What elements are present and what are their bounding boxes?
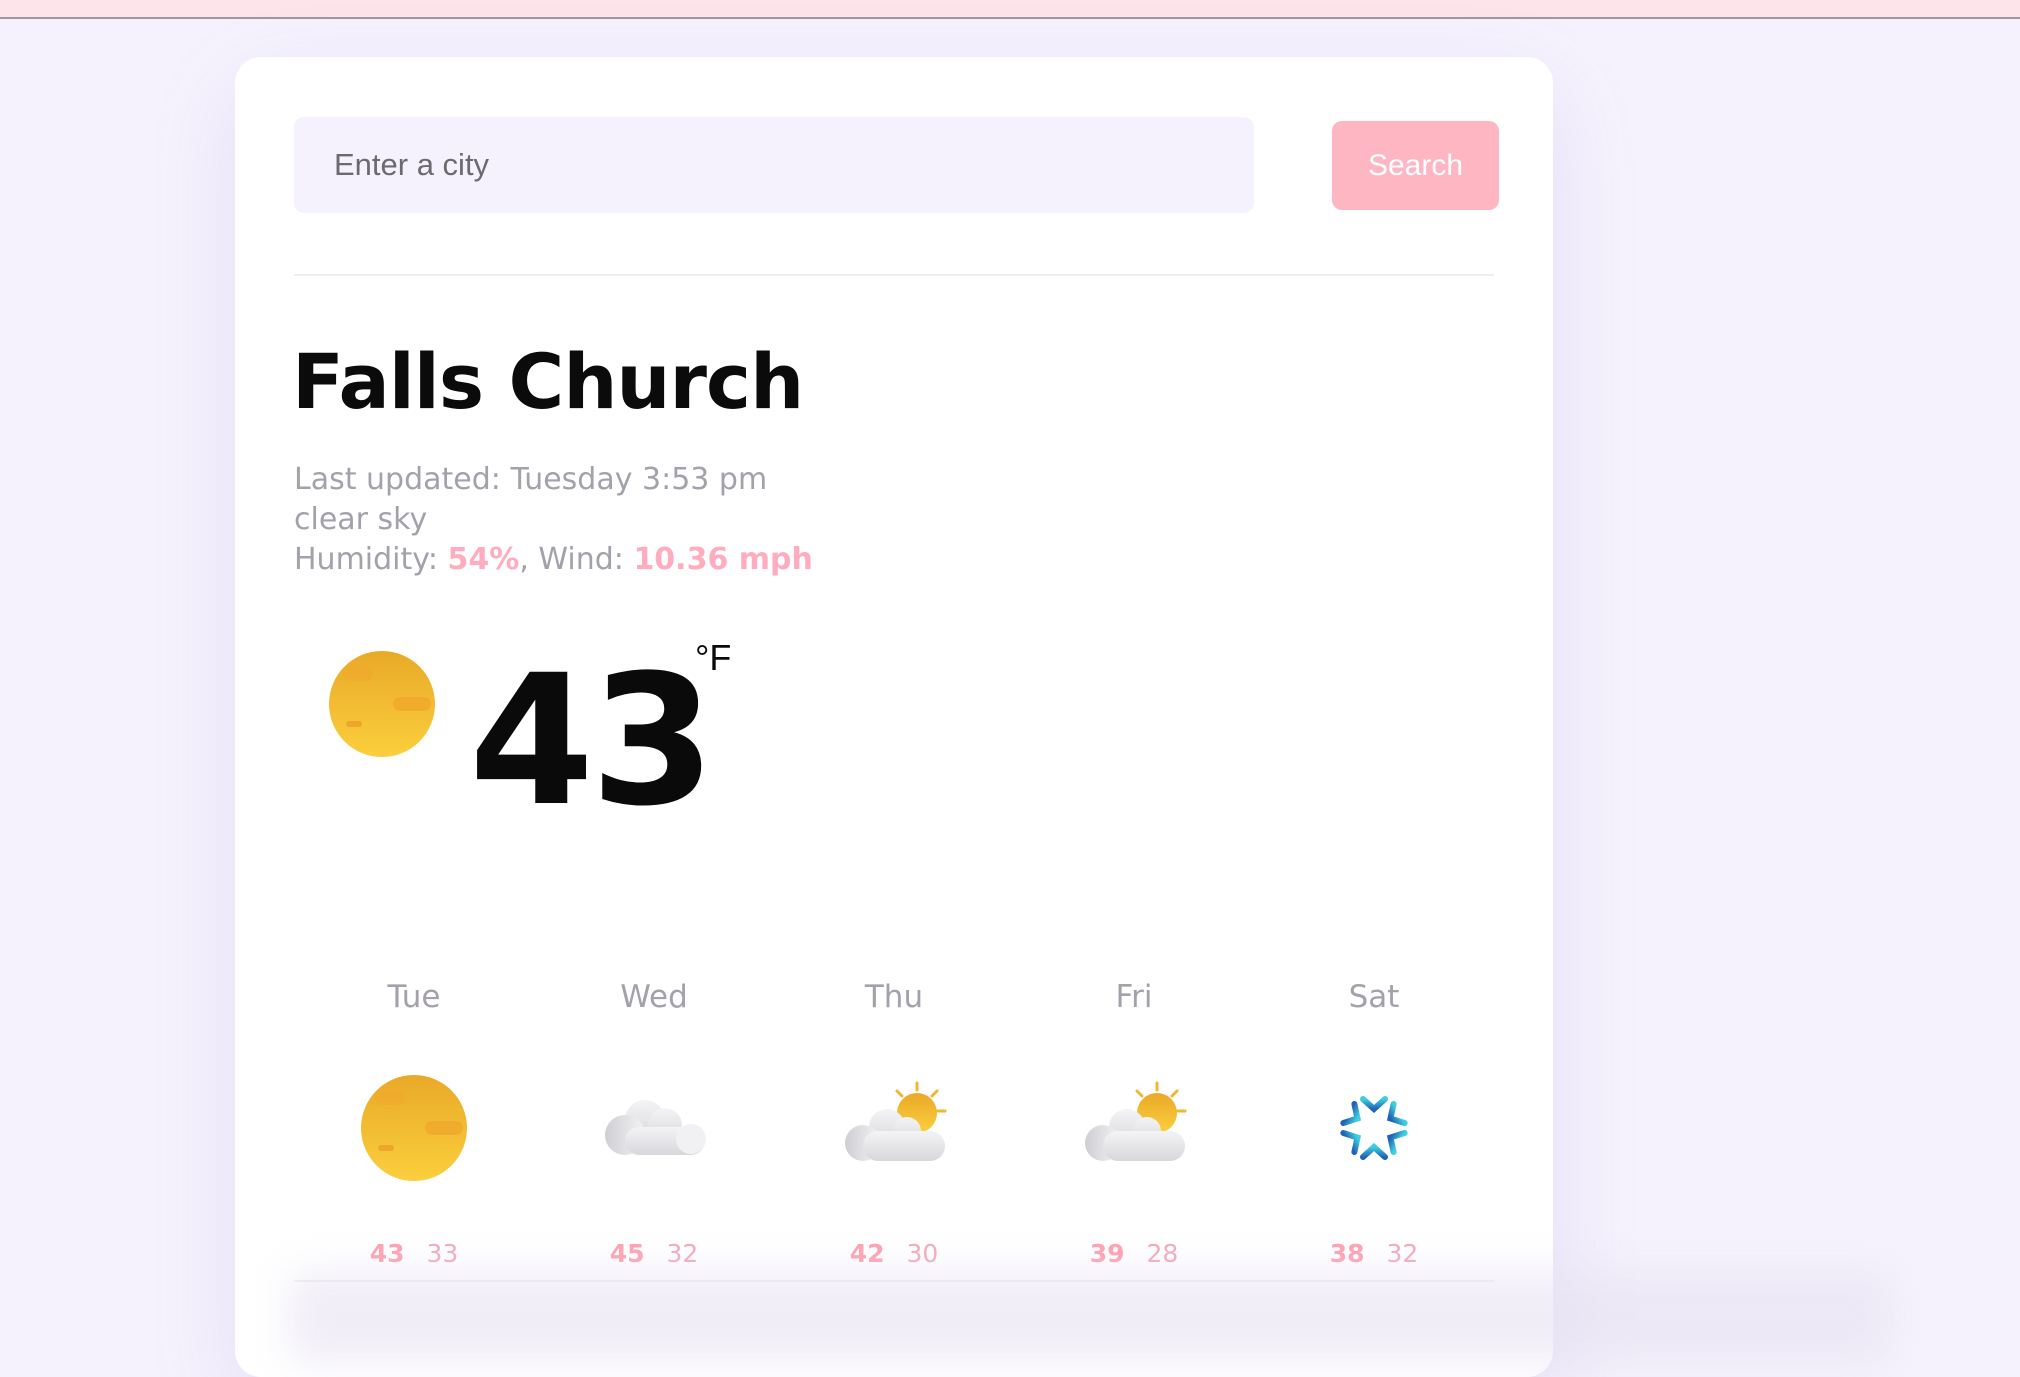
forecast-day: Thu 42 30 xyxy=(774,977,1014,1268)
forecast-day: Fri 39 28 xyxy=(1014,977,1254,1268)
forecast-temps: 38 32 xyxy=(1254,1239,1494,1268)
forecast-temps: 45 32 xyxy=(534,1239,774,1268)
wind-value: 10.36 mph xyxy=(633,542,813,577)
forecast-day: Wed 45 32 xyxy=(534,977,774,1268)
forecast-day-name: Tue xyxy=(387,979,441,1015)
current-temperature: 43 xyxy=(469,637,715,846)
sun-icon xyxy=(361,1075,467,1181)
partly-cloudy-icon xyxy=(1081,1075,1187,1181)
forecast-low: 32 xyxy=(666,1239,699,1268)
forecast-low: 30 xyxy=(906,1239,939,1268)
city-search-input[interactable] xyxy=(294,117,1254,213)
forecast-temps: 39 28 xyxy=(1014,1239,1254,1268)
humidity-label: Humidity: xyxy=(294,542,438,577)
forecast-high: 42 xyxy=(849,1239,885,1268)
temperature-unit: °F xyxy=(695,637,732,678)
forecast-low: 33 xyxy=(426,1239,459,1268)
weather-description: clear sky xyxy=(294,502,428,537)
top-divider xyxy=(294,274,1494,276)
cloud-icon xyxy=(601,1075,707,1181)
snowflake-icon xyxy=(1321,1075,1427,1181)
forecast-high: 39 xyxy=(1089,1239,1125,1268)
forecast-high: 38 xyxy=(1329,1239,1365,1268)
forecast-low: 28 xyxy=(1146,1239,1179,1268)
forecast-temps: 43 33 xyxy=(294,1239,534,1268)
forecast-day: Sat 38 32 xyxy=(1254,977,1494,1268)
forecast-list: Tue 43 33 Wed 45 32 Thu 42 30 Fri 39 28 … xyxy=(294,977,1494,1277)
last-updated-label: Last updated: xyxy=(294,462,501,497)
bottom-shadow xyxy=(290,1272,1890,1362)
forecast-day-name: Fri xyxy=(1115,979,1153,1015)
wind-label: , Wind: xyxy=(519,542,624,577)
forecast-day-name: Sat xyxy=(1348,979,1400,1015)
humidity-wind-line: Humidity: 54%, Wind: 10.36 mph xyxy=(294,540,813,580)
forecast-day: Tue 43 33 xyxy=(294,977,534,1268)
city-name: Falls Church xyxy=(292,337,804,426)
last-updated-value: Tuesday 3:53 pm xyxy=(510,462,768,497)
last-updated-line: Last updated: Tuesday 3:53 pm xyxy=(294,460,813,500)
forecast-temps: 42 30 xyxy=(774,1239,1014,1268)
forecast-day-name: Wed xyxy=(620,979,688,1015)
forecast-low: 32 xyxy=(1386,1239,1419,1268)
sun-icon xyxy=(329,651,435,757)
forecast-day-name: Thu xyxy=(864,979,924,1015)
forecast-high: 43 xyxy=(369,1239,405,1268)
browser-top-bar xyxy=(0,0,2020,19)
current-details: Last updated: Tuesday 3:53 pm clear sky … xyxy=(294,460,813,580)
humidity-value: 54% xyxy=(447,542,520,577)
partly-cloudy-icon xyxy=(841,1075,947,1181)
weather-card: Search Falls Church Last updated: Tuesda… xyxy=(235,57,1553,1377)
forecast-high: 45 xyxy=(609,1239,645,1268)
search-button[interactable]: Search xyxy=(1332,121,1499,210)
